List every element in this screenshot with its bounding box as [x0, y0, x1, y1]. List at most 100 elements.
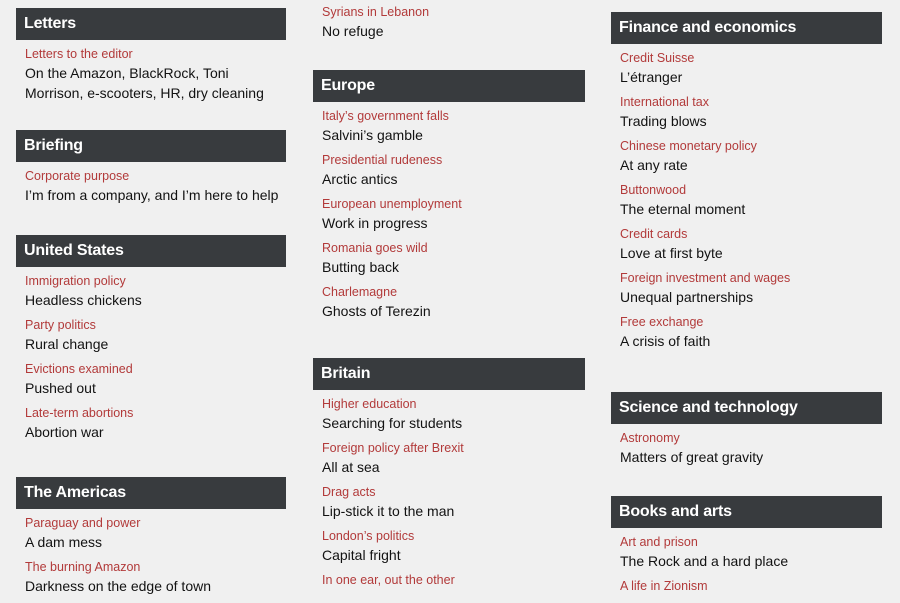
article-kicker[interactable]: Astronomy: [620, 430, 882, 447]
article-kicker[interactable]: International tax: [620, 94, 882, 111]
section-header[interactable]: Science and technology: [611, 392, 882, 424]
article-kicker[interactable]: European unemployment: [322, 196, 585, 213]
article-kicker[interactable]: Immigration policy: [25, 273, 286, 290]
section-united-states: United States Immigration policy Headles…: [16, 235, 286, 449]
article-headline[interactable]: Headless chickens: [25, 290, 286, 310]
list-item: Credit cards Love at first byte: [620, 226, 882, 263]
article-kicker[interactable]: Drag acts: [322, 484, 585, 501]
section-briefing: Briefing Corporate purpose I’m from a co…: [16, 130, 286, 212]
article-kicker[interactable]: Charlemagne: [322, 284, 585, 301]
article-kicker[interactable]: Credit cards: [620, 226, 882, 243]
article-headline[interactable]: Unequal partnerships: [620, 287, 882, 307]
article-kicker[interactable]: London’s politics: [322, 528, 585, 545]
article-headline[interactable]: Capital fright: [322, 545, 585, 565]
article-headline[interactable]: A dam mess: [25, 532, 286, 552]
list-item: Foreign investment and wages Unequal par…: [620, 270, 882, 307]
section-header[interactable]: The Americas: [16, 477, 286, 509]
list-item: Art and prison The Rock and a hard place: [620, 534, 882, 571]
article-headline[interactable]: On the Amazon, BlackRock, Toni Morrison,…: [25, 63, 286, 103]
article-headline[interactable]: L’étranger: [620, 67, 882, 87]
article-headline[interactable]: Trading blows: [620, 111, 882, 131]
article-headline[interactable]: Love at first byte: [620, 243, 882, 263]
article-headline[interactable]: Matters of great gravity: [620, 447, 882, 467]
article-kicker[interactable]: Buttonwood: [620, 182, 882, 199]
list-item: Romania goes wild Butting back: [322, 240, 585, 277]
section-header[interactable]: Europe: [313, 70, 585, 102]
article-kicker[interactable]: Paraguay and power: [25, 515, 286, 532]
article-headline[interactable]: The Rock and a hard place: [620, 551, 882, 571]
article-kicker[interactable]: Credit Suisse: [620, 50, 882, 67]
article-headline[interactable]: Ghosts of Terezin: [322, 301, 585, 321]
list-item: Chinese monetary policy At any rate: [620, 138, 882, 175]
list-item: Paraguay and power A dam mess: [25, 515, 286, 552]
list-item: Foreign policy after Brexit All at sea: [322, 440, 585, 477]
article-headline[interactable]: Arctic antics: [322, 169, 585, 189]
list-item: Letters to the editor On the Amazon, Bla…: [25, 46, 286, 103]
article-headline[interactable]: A crisis of faith: [620, 331, 882, 351]
list-item: The burning Amazon Darkness on the edge …: [25, 559, 286, 596]
article-headline[interactable]: Darkness on the edge of town: [25, 576, 286, 596]
article-kicker[interactable]: Party politics: [25, 317, 286, 334]
article-headline[interactable]: At any rate: [620, 155, 882, 175]
list-item: Higher education Searching for students: [322, 396, 585, 433]
section-the-americas: The Americas Paraguay and power A dam me…: [16, 477, 286, 603]
article-kicker[interactable]: Evictions examined: [25, 361, 286, 378]
article-headline[interactable]: No refuge: [322, 21, 429, 41]
article-kicker[interactable]: Letters to the editor: [25, 46, 286, 63]
list-item: Free exchange A crisis of faith: [620, 314, 882, 351]
article-headline[interactable]: Work in progress: [322, 213, 585, 233]
section-header[interactable]: Britain: [313, 358, 585, 390]
article-headline[interactable]: Butting back: [322, 257, 585, 277]
article-kicker[interactable]: A life in Zionism: [620, 578, 882, 595]
continued-items: Syrians in Lebanon No refuge: [313, 0, 429, 48]
article-kicker[interactable]: Foreign investment and wages: [620, 270, 882, 287]
section-finance-and-economics: Finance and economics Credit Suisse L’ét…: [611, 12, 882, 358]
list-item: International tax Trading blows: [620, 94, 882, 131]
article-kicker[interactable]: Free exchange: [620, 314, 882, 331]
article-kicker[interactable]: Romania goes wild: [322, 240, 585, 257]
section-science-and-technology: Science and technology Astronomy Matters…: [611, 392, 882, 474]
list-item: Late-term abortions Abortion war: [25, 405, 286, 442]
list-item: Drag acts Lip-stick it to the man: [322, 484, 585, 521]
article-kicker[interactable]: Chinese monetary policy: [620, 138, 882, 155]
list-item: Presidential rudeness Arctic antics: [322, 152, 585, 189]
article-kicker[interactable]: Art and prison: [620, 534, 882, 551]
list-item: Charlemagne Ghosts of Terezin: [322, 284, 585, 321]
list-item: Credit Suisse L’étranger: [620, 50, 882, 87]
article-kicker[interactable]: The burning Amazon: [25, 559, 286, 576]
list-item: London’s politics Capital fright: [322, 528, 585, 565]
article-headline[interactable]: Searching for students: [322, 413, 585, 433]
article-headline[interactable]: Abortion war: [25, 422, 286, 442]
article-headline[interactable]: All at sea: [322, 457, 585, 477]
article-kicker[interactable]: In one ear, out the other: [322, 572, 585, 589]
list-item: Astronomy Matters of great gravity: [620, 430, 882, 467]
list-item: A life in Zionism: [620, 578, 882, 595]
list-item: Buttonwood The eternal moment: [620, 182, 882, 219]
article-headline[interactable]: The eternal moment: [620, 199, 882, 219]
section-letters: Letters Letters to the editor On the Ama…: [16, 8, 286, 110]
list-item: Italy’s government falls Salvini’s gambl…: [322, 108, 585, 145]
article-kicker[interactable]: Late-term abortions: [25, 405, 286, 422]
article-kicker[interactable]: Italy’s government falls: [322, 108, 585, 125]
article-headline[interactable]: Pushed out: [25, 378, 286, 398]
article-headline[interactable]: Lip-stick it to the man: [322, 501, 585, 521]
article-headline[interactable]: Rural change: [25, 334, 286, 354]
article-kicker[interactable]: Corporate purpose: [25, 168, 286, 185]
article-kicker[interactable]: Syrians in Lebanon: [322, 4, 429, 21]
section-header[interactable]: Books and arts: [611, 496, 882, 528]
list-item: Party politics Rural change: [25, 317, 286, 354]
section-header[interactable]: Letters: [16, 8, 286, 40]
section-europe: Europe Italy’s government falls Salvini’…: [313, 70, 585, 328]
list-item: European unemployment Work in progress: [322, 196, 585, 233]
section-britain: Britain Higher education Searching for s…: [313, 358, 585, 596]
section-header[interactable]: Briefing: [16, 130, 286, 162]
list-item: Evictions examined Pushed out: [25, 361, 286, 398]
article-kicker[interactable]: Foreign policy after Brexit: [322, 440, 585, 457]
article-kicker[interactable]: Presidential rudeness: [322, 152, 585, 169]
article-kicker[interactable]: Higher education: [322, 396, 585, 413]
article-headline[interactable]: I’m from a company, and I’m here to help: [25, 185, 286, 205]
section-header[interactable]: Finance and economics: [611, 12, 882, 44]
article-headline[interactable]: Salvini’s gamble: [322, 125, 585, 145]
list-item: In one ear, out the other: [322, 572, 585, 589]
section-header[interactable]: United States: [16, 235, 286, 267]
